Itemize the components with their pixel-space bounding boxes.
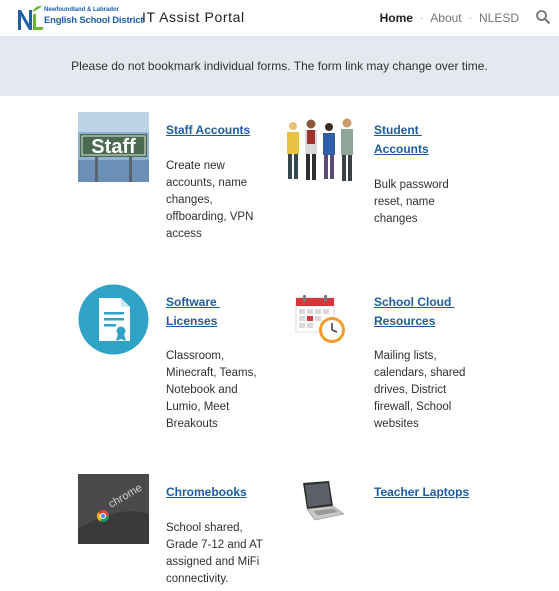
logo-main-text: English School District	[44, 15, 144, 26]
link-line: Teacher Laptops	[374, 485, 470, 499]
staff-sign-image: Staff	[78, 112, 149, 182]
desc-line: Minecraft, Teams,	[166, 367, 257, 379]
site-title[interactable]: IT Assist Portal	[142, 9, 245, 25]
chromebooks-link[interactable]: Chromebooks	[166, 483, 247, 502]
desc-line: access	[166, 228, 202, 240]
certificate-document-icon	[78, 284, 149, 355]
link-line: Resources	[374, 314, 436, 328]
link-line: Accounts	[374, 142, 429, 156]
nav-home[interactable]: Home	[380, 11, 413, 25]
link-line: Student	[374, 123, 422, 137]
link-line: Software	[166, 295, 221, 309]
desc-line: Grade 7-12 and AT	[166, 539, 263, 551]
desc-line: drives, District	[374, 384, 447, 396]
desc-line: Classroom,	[166, 350, 225, 362]
desc-line: calendars, shared	[374, 367, 466, 379]
nav-nlesd[interactable]: NLESD	[479, 11, 519, 25]
software-licenses-description: Classroom, Minecraft, Teams, Notebook an…	[166, 348, 257, 433]
desc-line: connectivity.	[166, 573, 229, 585]
desc-line: Create new	[166, 160, 225, 172]
site-header: Newfoundland & Labrador English School D…	[0, 0, 559, 36]
link-line: Chromebooks	[166, 485, 247, 499]
desc-line: changes	[374, 213, 418, 225]
nav-separator: ·	[468, 12, 472, 24]
desc-line: Breakouts	[166, 418, 218, 430]
search-icon[interactable]	[535, 9, 551, 25]
laptop-icon	[303, 481, 345, 521]
desc-line: School shared,	[166, 522, 243, 534]
students-illustration	[287, 118, 353, 181]
top-nav: Home · About · NLESD	[380, 11, 519, 25]
student-accounts-description: Bulk password reset, name changes	[374, 177, 449, 228]
staff-accounts-description: Create new accounts, name changes, offbo…	[166, 158, 253, 243]
nav-about[interactable]: About	[430, 11, 461, 25]
nlesd-logo[interactable]: Newfoundland & Labrador English School D…	[16, 4, 144, 32]
student-accounts-link[interactable]: Student Accounts	[374, 121, 429, 159]
logo-top-text: Newfoundland & Labrador	[44, 7, 119, 13]
chrome-laptop-image: chrome	[78, 474, 149, 544]
notice-text: Please do not bookmark individual forms.…	[71, 59, 488, 73]
desc-line: Lumio, Meet	[166, 401, 230, 413]
desc-line: Mailing lists,	[374, 350, 437, 362]
desc-line: firewall, School	[374, 401, 452, 413]
link-line: Staff Accounts	[166, 123, 251, 137]
nav-separator: ·	[419, 12, 424, 24]
staff-sign-text: Staff	[91, 136, 136, 158]
chromebooks-description: School shared, Grade 7-12 and AT assigne…	[166, 520, 263, 588]
school-cloud-resources-description: Mailing lists, calendars, shared drives,…	[374, 348, 465, 433]
logo-mark-icon	[18, 5, 43, 30]
link-line: Licenses	[166, 314, 218, 328]
desc-line: Notebook and	[166, 384, 238, 396]
desc-line: changes,	[166, 194, 213, 206]
notice-banner: Please do not bookmark individual forms.…	[0, 36, 559, 96]
calendar-clock-icon	[295, 295, 345, 343]
teacher-laptops-link[interactable]: Teacher Laptops	[374, 483, 469, 502]
desc-line: reset, name	[374, 196, 435, 208]
staff-accounts-link[interactable]: Staff Accounts	[166, 121, 250, 140]
link-line: School Cloud	[374, 295, 455, 309]
desc-line: websites	[374, 418, 419, 430]
desc-line: assigned and MiFi	[166, 556, 260, 568]
school-cloud-resources-link[interactable]: School Cloud Resources	[374, 293, 455, 331]
desc-line: offboarding, VPN	[166, 211, 254, 223]
desc-line: Bulk password	[374, 179, 449, 191]
desc-line: accounts, name	[166, 177, 248, 189]
software-licenses-link[interactable]: Software Licenses	[166, 293, 220, 331]
